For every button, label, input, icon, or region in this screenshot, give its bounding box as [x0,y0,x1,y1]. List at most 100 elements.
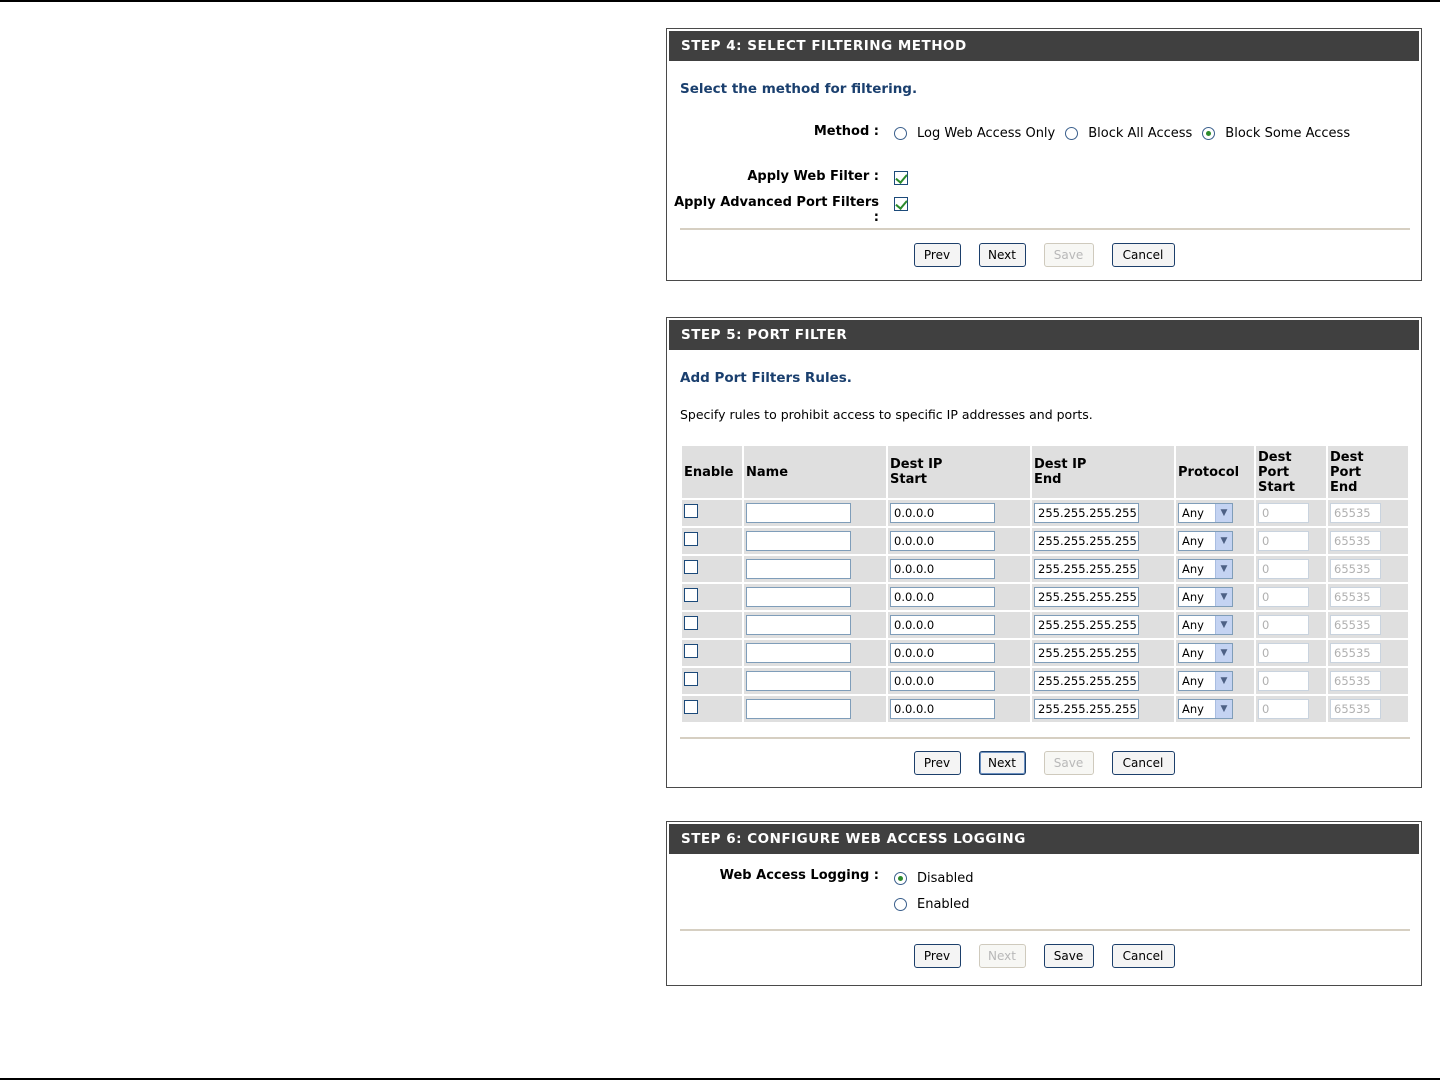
protocol-select[interactable]: Any ▼ [1178,503,1233,523]
ip-end-input[interactable]: 255.255.255.255 [1034,699,1139,719]
step5-title: STEP 5: PORT FILTER [669,320,1419,350]
enable-checkbox[interactable] [684,616,698,630]
protocol-select[interactable]: Any ▼ [1178,671,1233,691]
protocol-select[interactable]: Any ▼ [1178,587,1233,607]
enable-checkbox[interactable] [684,672,698,686]
next-button[interactable]: Next [978,944,1026,968]
port-end-input[interactable]: 65535 [1330,559,1381,579]
method-label-block-all: Block All Access [1088,126,1193,141]
prev-button[interactable]: Prev [913,751,961,775]
port-start-input[interactable]: 0 [1258,671,1309,691]
top-rule [0,0,1440,2]
protocol-select[interactable]: Any ▼ [1178,559,1233,579]
port-end-input[interactable]: 65535 [1330,615,1381,635]
port-end-input[interactable]: 65535 [1330,503,1381,523]
name-input[interactable] [746,531,851,551]
col-port-end: Dest Port End [1328,446,1408,498]
col-name: Name [744,446,886,498]
protocol-select[interactable]: Any ▼ [1178,699,1233,719]
method-radio-block-some[interactable] [1202,127,1216,140]
step5-buttons: Prev Next Save Cancel [667,751,1421,775]
method-label-log: Log Web Access Only [917,126,1056,141]
cancel-button[interactable]: Cancel [1111,751,1175,775]
name-input[interactable] [746,559,851,579]
enable-checkbox[interactable] [684,504,698,518]
port-end-input[interactable]: 65535 [1330,643,1381,663]
port-end-input[interactable]: 65535 [1330,699,1381,719]
port-start-input[interactable]: 0 [1258,699,1309,719]
port-end-input[interactable]: 65535 [1330,587,1381,607]
protocol-value: Any [1182,562,1204,576]
protocol-select[interactable]: Any ▼ [1178,531,1233,551]
cancel-button[interactable]: Cancel [1111,944,1175,968]
port-start-input[interactable]: 0 [1258,615,1309,635]
enable-checkbox[interactable] [684,588,698,602]
ip-start-input[interactable]: 0.0.0.0 [890,615,995,635]
port-start-input[interactable]: 0 [1258,531,1309,551]
port-filter-checkbox[interactable] [894,197,908,211]
table-row: 0.0.0.0 255.255.255.255 Any ▼ 0 65535 [682,612,1408,638]
name-input[interactable] [746,587,851,607]
col-port-start: Dest Port Start [1256,446,1326,498]
ip-start-input[interactable]: 0.0.0.0 [890,503,995,523]
name-input[interactable] [746,671,851,691]
chevron-down-icon: ▼ [1215,588,1232,606]
name-input[interactable] [746,699,851,719]
save-button[interactable]: Save [1043,243,1094,267]
ip-end-input[interactable]: 255.255.255.255 [1034,531,1139,551]
protocol-value: Any [1182,534,1204,548]
ip-end-input[interactable]: 255.255.255.255 [1034,587,1139,607]
logging-radio-enabled[interactable] [894,898,907,911]
method-radio-block-all[interactable] [1065,127,1079,140]
save-button[interactable]: Save [1043,751,1094,775]
next-button[interactable]: Next [978,751,1026,775]
next-button[interactable]: Next [978,243,1026,267]
logging-radio-disabled[interactable] [894,872,907,885]
chevron-down-icon: ▼ [1215,532,1232,550]
ip-start-input[interactable]: 0.0.0.0 [890,671,995,691]
port-end-input[interactable]: 65535 [1330,671,1381,691]
web-filter-checkbox[interactable] [894,171,908,185]
cancel-button[interactable]: Cancel [1111,243,1175,267]
enable-checkbox[interactable] [684,700,698,714]
port-start-input[interactable]: 0 [1258,559,1309,579]
enable-checkbox[interactable] [684,532,698,546]
ip-end-input[interactable]: 255.255.255.255 [1034,615,1139,635]
ip-end-input[interactable]: 255.255.255.255 [1034,503,1139,523]
enable-checkbox[interactable] [684,644,698,658]
name-input[interactable] [746,615,851,635]
name-input[interactable] [746,503,851,523]
prev-button[interactable]: Prev [913,944,961,968]
ip-start-input[interactable]: 0.0.0.0 [890,643,995,663]
col-enable: Enable [682,446,742,498]
logging-label-disabled: Disabled [917,871,974,886]
ip-end-input[interactable]: 255.255.255.255 [1034,643,1139,663]
chevron-down-icon: ▼ [1215,560,1232,578]
ip-start-input[interactable]: 0.0.0.0 [890,531,995,551]
ip-start-input[interactable]: 0.0.0.0 [890,587,995,607]
col-protocol: Protocol [1176,446,1254,498]
enable-checkbox[interactable] [684,560,698,574]
name-input[interactable] [746,643,851,663]
port-start-input[interactable]: 0 [1258,587,1309,607]
col-ip-end: Dest IP End [1032,446,1174,498]
protocol-value: Any [1182,506,1204,520]
table-row: 0.0.0.0 255.255.255.255 Any ▼ 0 65535 [682,640,1408,666]
port-end-input[interactable]: 65535 [1330,531,1381,551]
ip-start-input[interactable]: 0.0.0.0 [890,699,995,719]
protocol-select[interactable]: Any ▼ [1178,615,1233,635]
protocol-select[interactable]: Any ▼ [1178,643,1233,663]
ip-start-input[interactable]: 0.0.0.0 [890,559,995,579]
prev-button[interactable]: Prev [913,243,961,267]
ip-end-input[interactable]: 255.255.255.255 [1034,559,1139,579]
divider [680,737,1410,739]
method-radio-log[interactable] [894,127,907,140]
port-start-input[interactable]: 0 [1258,643,1309,663]
step5-description: Specify rules to prohibit access to spec… [680,407,1093,422]
ip-end-input[interactable]: 255.255.255.255 [1034,671,1139,691]
step6-panel: STEP 6: CONFIGURE WEB ACCESS LOGGING Web… [666,821,1422,986]
port-start-input[interactable]: 0 [1258,503,1309,523]
bottom-rule [0,1078,1440,1080]
method-label: Method : [813,124,879,139]
save-button[interactable]: Save [1043,944,1094,968]
